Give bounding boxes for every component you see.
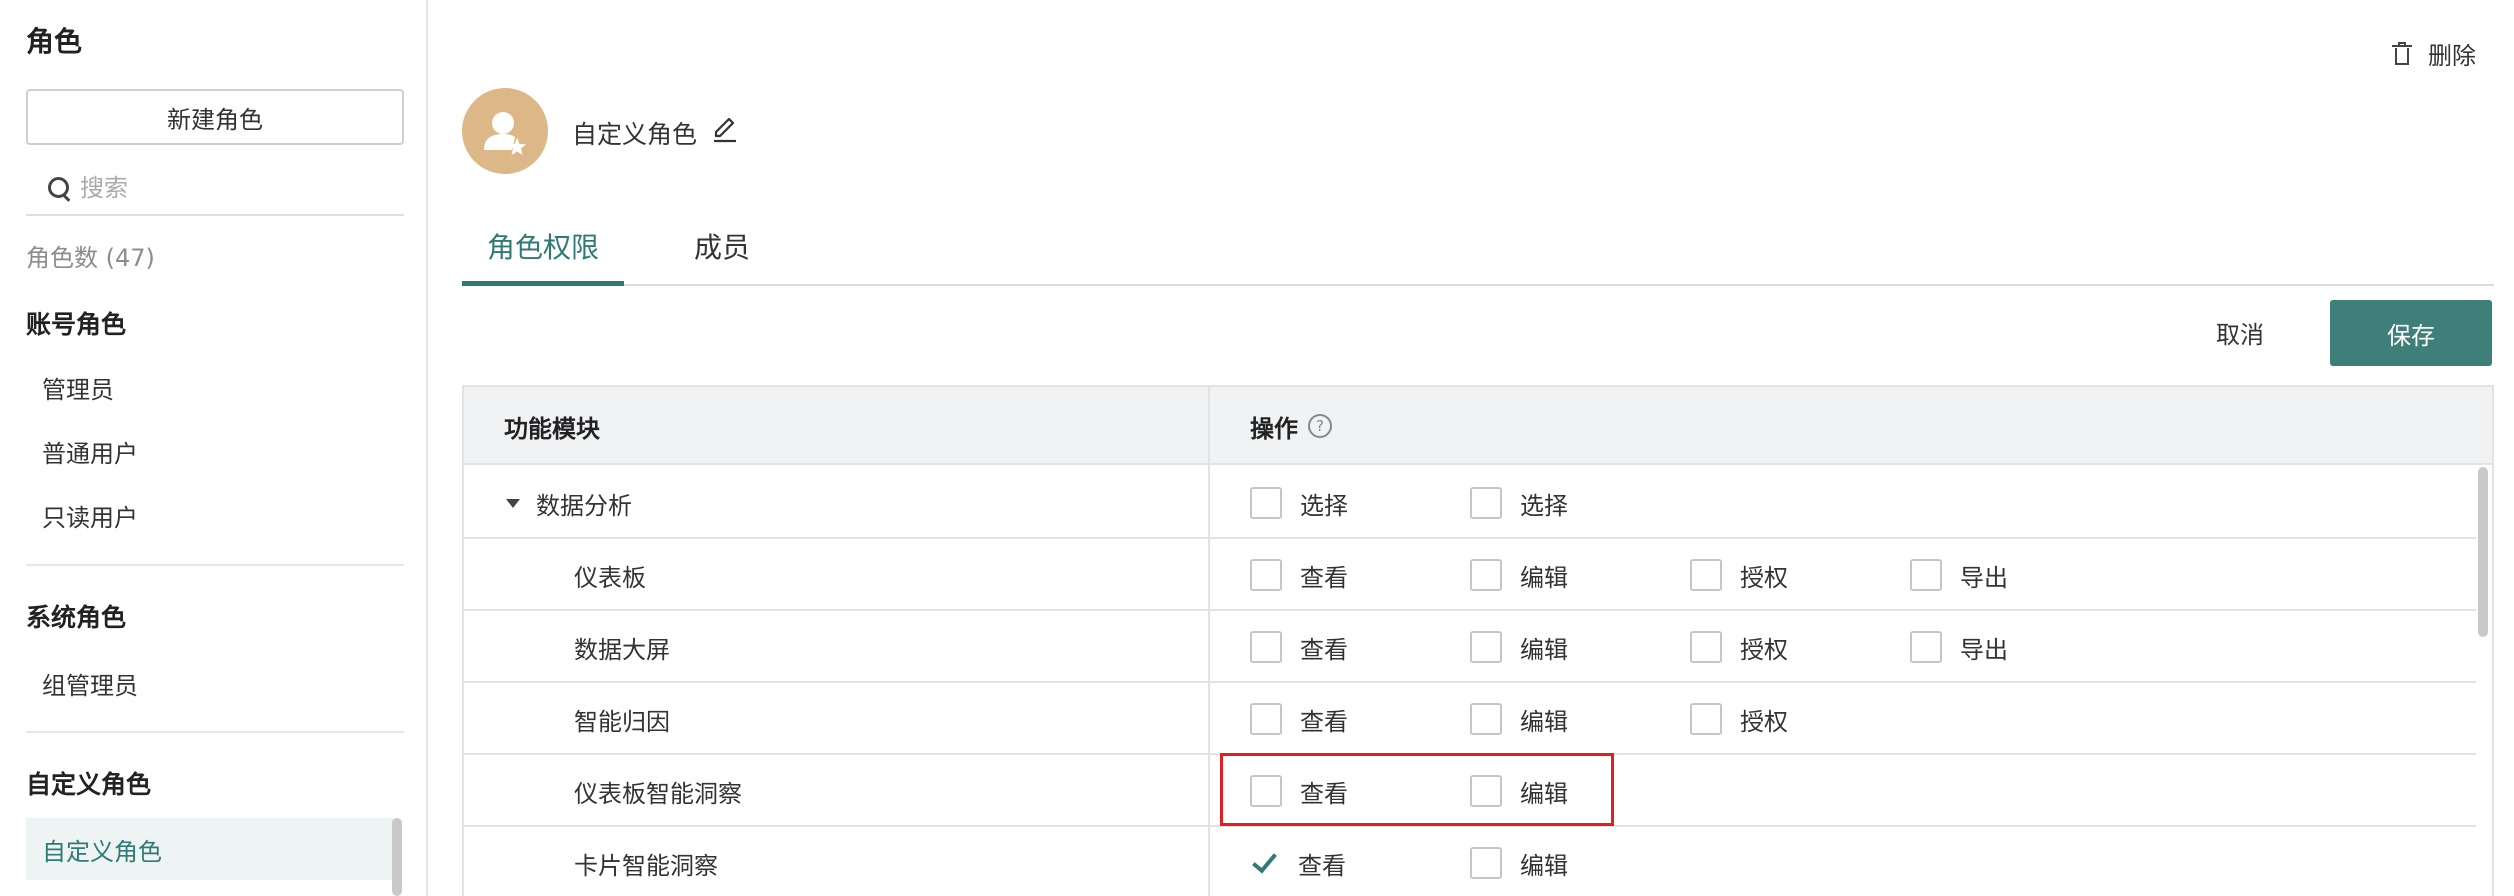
checkbox[interactable] bbox=[1690, 703, 1722, 735]
sidebar-item-regular-user[interactable]: 普通用户 bbox=[26, 420, 394, 482]
op-label: 授权 bbox=[1740, 707, 1788, 736]
tab-role-permissions[interactable]: 角色权限 bbox=[462, 218, 624, 286]
sidebar-item-group-admin[interactable]: 组管理员 bbox=[26, 652, 394, 714]
role-avatar bbox=[462, 88, 548, 174]
caret-down-icon[interactable] bbox=[506, 498, 520, 508]
op-label: 导出 bbox=[1960, 563, 2008, 592]
op-label: 查看 bbox=[1300, 635, 1348, 664]
module-name: 仪表板 bbox=[574, 563, 646, 592]
table-row: 数据分析 选择 选择 bbox=[464, 467, 2476, 539]
group-title-account-roles: 账号角色 bbox=[26, 310, 127, 339]
module-cell[interactable]: 数据分析 bbox=[506, 467, 632, 539]
search-box[interactable] bbox=[26, 162, 404, 216]
checkbox[interactable] bbox=[1690, 631, 1722, 663]
trash-icon bbox=[2392, 41, 2412, 66]
cancel-button[interactable]: 取消 bbox=[2190, 300, 2290, 364]
sidebar-title: 角色 bbox=[26, 25, 83, 58]
column-header-operation-label: 操作 bbox=[1250, 414, 1298, 443]
user-star-icon bbox=[484, 112, 526, 155]
column-header-module: 功能模块 bbox=[504, 414, 600, 443]
help-icon[interactable]: ? bbox=[1308, 414, 1332, 438]
op-checkbox[interactable]: 编辑 bbox=[1470, 611, 1568, 683]
role-count: 角色数 (47) bbox=[26, 244, 155, 272]
role-name: 自定义角色 bbox=[572, 120, 698, 149]
checkbox[interactable] bbox=[1690, 559, 1722, 591]
op-checkbox[interactable]: 选择 bbox=[1470, 467, 1568, 539]
op-label: 查看 bbox=[1300, 707, 1348, 736]
checkbox[interactable] bbox=[1470, 847, 1502, 879]
op-checkbox[interactable]: 导出 bbox=[1910, 539, 2008, 611]
table-row: 仪表板 查看 编辑 授权 导出 bbox=[464, 539, 2476, 611]
checkbox[interactable] bbox=[1250, 487, 1282, 519]
op-checkbox[interactable]: 查看 bbox=[1250, 827, 1346, 896]
checkbox[interactable] bbox=[1250, 703, 1282, 735]
op-label: 授权 bbox=[1740, 635, 1788, 664]
op-checkbox[interactable]: 选择 bbox=[1250, 467, 1348, 539]
column-header-operation: 操作 ? bbox=[1250, 387, 1332, 465]
op-label: 编辑 bbox=[1520, 635, 1568, 664]
search-input[interactable] bbox=[80, 174, 380, 202]
delete-label: 删除 bbox=[2428, 42, 2476, 70]
checkbox[interactable] bbox=[1910, 559, 1942, 591]
table-scrollbar[interactable] bbox=[2478, 467, 2488, 637]
edit-icon[interactable] bbox=[710, 114, 740, 144]
new-role-button[interactable]: 新建角色 bbox=[26, 89, 404, 145]
checkbox[interactable] bbox=[1470, 703, 1502, 735]
module-name: 数据分析 bbox=[536, 491, 632, 520]
checkbox[interactable] bbox=[1470, 631, 1502, 663]
op-checkbox[interactable]: 编辑 bbox=[1470, 827, 1568, 896]
sidebar: 角色 新建角色 角色数 (47) 账号角色 管理员 普通用户 只读用户 系统角色… bbox=[0, 0, 428, 896]
op-checkbox[interactable]: 授权 bbox=[1690, 611, 1788, 683]
op-checkbox[interactable]: 授权 bbox=[1690, 683, 1788, 755]
module-name: 仪表板智能洞察 bbox=[574, 779, 742, 808]
op-label: 编辑 bbox=[1520, 851, 1568, 880]
sidebar-item-custom-role[interactable]: 自定义角色 bbox=[26, 818, 394, 880]
sidebar-item-readonly-user[interactable]: 只读用户 bbox=[26, 484, 394, 546]
delete-button[interactable]: 删除 bbox=[2392, 36, 2476, 71]
checkbox[interactable] bbox=[1910, 631, 1942, 663]
op-checkbox[interactable]: 查看 bbox=[1250, 611, 1348, 683]
group-title-system-roles: 系统角色 bbox=[26, 603, 127, 632]
table-row: 卡片智能洞察 查看 编辑 bbox=[464, 827, 2476, 896]
highlight-box bbox=[1220, 753, 1614, 826]
module-name: 智能归因 bbox=[574, 707, 670, 736]
op-label: 导出 bbox=[1960, 635, 2008, 664]
table-header: 功能模块 操作 ? bbox=[464, 387, 2492, 465]
table-row: 智能归因 查看 编辑 授权 bbox=[464, 683, 2476, 755]
search-icon bbox=[46, 175, 72, 201]
sidebar-item-admin[interactable]: 管理员 bbox=[26, 356, 394, 418]
op-checkbox[interactable]: 查看 bbox=[1250, 539, 1348, 611]
save-button[interactable]: 保存 bbox=[2330, 300, 2492, 366]
checkbox[interactable] bbox=[1250, 559, 1282, 591]
sidebar-divider bbox=[26, 564, 404, 566]
op-checkbox[interactable]: 授权 bbox=[1690, 539, 1788, 611]
op-label: 查看 bbox=[1300, 563, 1348, 592]
op-label: 编辑 bbox=[1520, 563, 1568, 592]
table-row: 数据大屏 查看 编辑 授权 导出 bbox=[464, 611, 2476, 683]
op-checkbox[interactable]: 查看 bbox=[1250, 683, 1348, 755]
checkbox[interactable] bbox=[1470, 559, 1502, 591]
group-title-custom-roles: 自定义角色 bbox=[26, 770, 152, 799]
checkbox[interactable] bbox=[1250, 631, 1282, 663]
sidebar-divider bbox=[26, 731, 404, 733]
op-label: 选择 bbox=[1520, 491, 1568, 520]
op-label: 选择 bbox=[1300, 491, 1348, 520]
tab-bar: 角色权限 成员 bbox=[462, 218, 2494, 286]
module-name: 卡片智能洞察 bbox=[574, 851, 718, 880]
op-label: 授权 bbox=[1740, 563, 1788, 592]
checkbox[interactable] bbox=[1470, 487, 1502, 519]
column-divider bbox=[1208, 387, 1210, 896]
op-checkbox[interactable]: 编辑 bbox=[1470, 683, 1568, 755]
op-label: 编辑 bbox=[1520, 707, 1568, 736]
op-checkbox[interactable]: 导出 bbox=[1910, 611, 2008, 683]
tab-members[interactable]: 成员 bbox=[672, 218, 772, 286]
op-label: 查看 bbox=[1298, 851, 1346, 880]
op-checkbox[interactable]: 编辑 bbox=[1470, 539, 1568, 611]
sidebar-scrollbar[interactable] bbox=[392, 818, 402, 896]
module-name: 数据大屏 bbox=[574, 635, 670, 664]
checkmark-icon[interactable] bbox=[1250, 847, 1278, 879]
